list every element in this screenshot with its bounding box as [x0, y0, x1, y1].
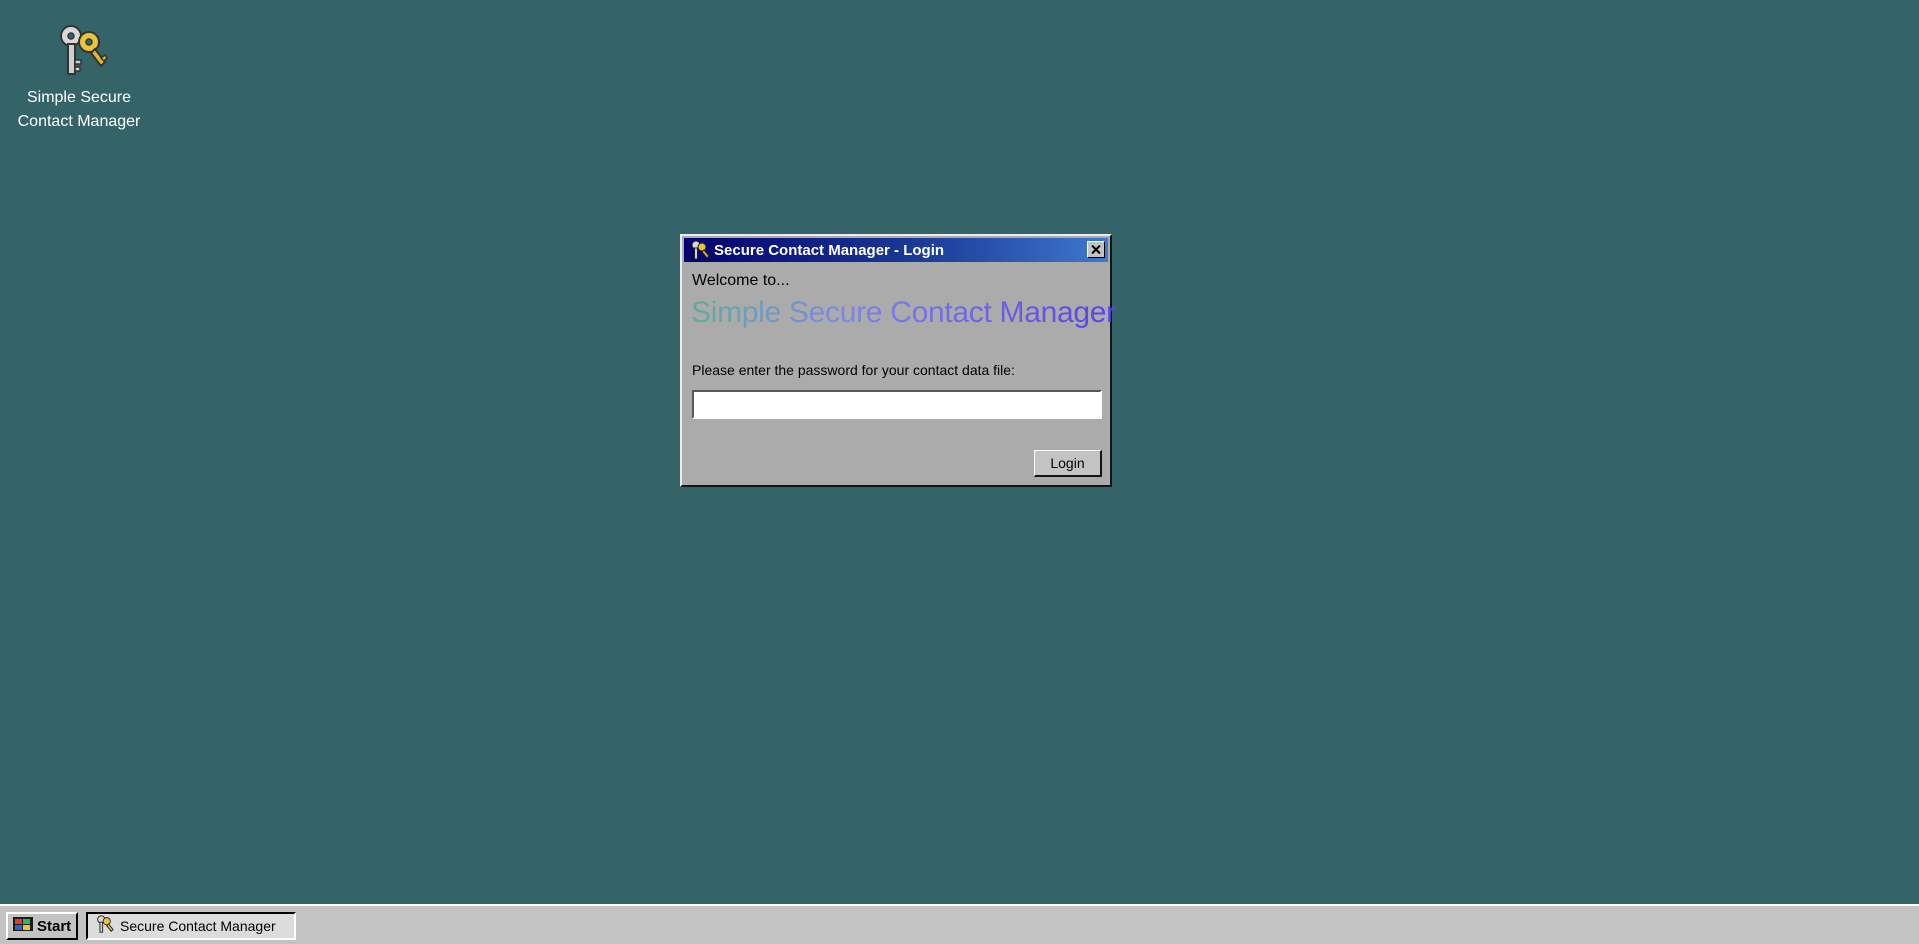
start-label: Start — [37, 917, 72, 935]
desktop-shortcut-label: Simple Secure Contact Manager — [12, 86, 146, 134]
taskbar-item-label: Secure Contact Manager — [120, 918, 276, 934]
login-button[interactable]: Login — [1034, 450, 1102, 477]
login-dialog: Secure Contact Manager - Login Welcome t… — [680, 234, 1116, 487]
dialog-title: Secure Contact Manager - Login — [714, 241, 945, 259]
keys-icon — [49, 22, 109, 78]
desktop-shortcut-secure-contact-manager[interactable]: Simple Secure Contact Manager — [12, 22, 146, 134]
taskbar-item-secure-contact-manager[interactable]: Secure Contact Manager — [86, 912, 296, 940]
keys-icon — [688, 239, 710, 261]
shortcut-label-line1: Simple Secure — [26, 89, 132, 106]
keys-icon — [94, 914, 114, 939]
close-button[interactable] — [1087, 241, 1105, 258]
password-input[interactable] — [692, 390, 1102, 419]
desktop: Simple Secure Contact Manager Secure Con… — [0, 0, 1919, 904]
shortcut-label-line2: Contact Manager — [17, 113, 141, 130]
app-name-banner: Simple Secure Contact Manager — [691, 296, 1116, 329]
password-prompt: Please enter the password for your conta… — [692, 362, 1015, 378]
close-icon — [1091, 245, 1101, 254]
dialog-titlebar[interactable]: Secure Contact Manager - Login — [684, 238, 1108, 262]
start-button[interactable]: Start — [6, 912, 78, 940]
welcome-text: Welcome to... — [692, 272, 790, 289]
windows-logo-icon — [12, 915, 34, 938]
taskbar: Start Secure Contact Manager — [0, 904, 1919, 944]
